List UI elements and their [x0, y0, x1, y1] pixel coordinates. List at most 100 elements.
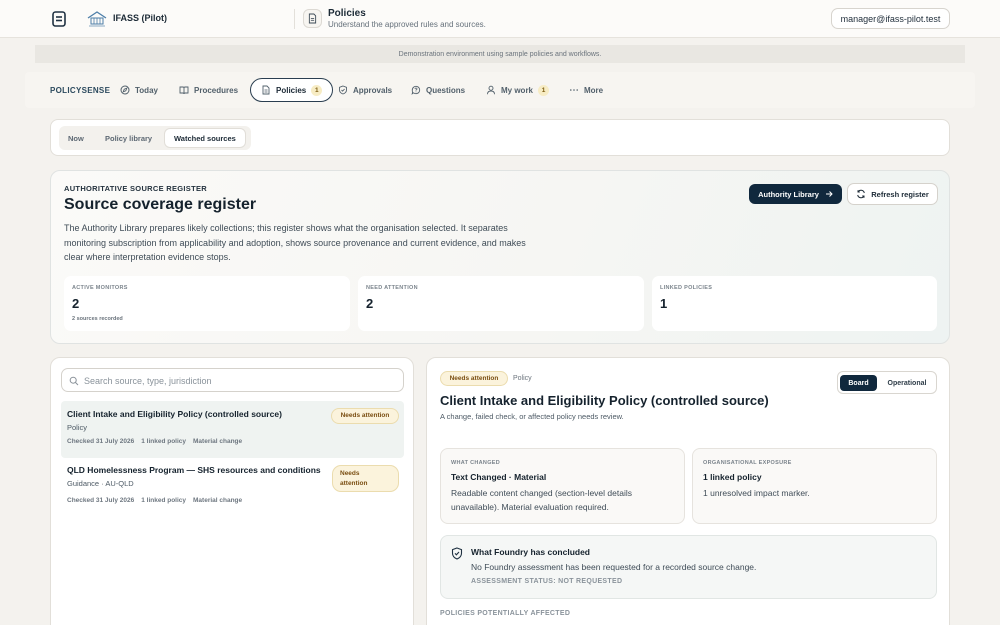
nav-item-today[interactable]: Today [113, 78, 165, 102]
nav-item-my-work[interactable]: My work 1 [479, 78, 556, 102]
info-head: Text Changed · Material [451, 472, 547, 482]
policies-affected-heading: POLICIES POTENTIALLY AFFECTED [440, 610, 571, 617]
nav-item-approvals[interactable]: Approvals [331, 78, 399, 102]
page-subtitle: Understand the approved rules and source… [328, 20, 486, 29]
source-type: Policy [67, 423, 88, 432]
nav-item-questions[interactable]: Questions [404, 78, 472, 102]
document-icon [262, 85, 270, 95]
app-menu-icon[interactable] [50, 10, 68, 28]
nav-badge: 1 [538, 84, 550, 96]
source-checked: Checked 31 July 2026 [67, 497, 135, 504]
stat-linked-policies: LINKED POLICIES 1 [652, 276, 937, 331]
assessment-status: ASSESSMENT STATUS: NOT REQUESTED [471, 578, 623, 585]
refresh-register-button[interactable]: Refresh register [847, 183, 938, 205]
nav-badge: 1 [311, 84, 323, 96]
detail-subtitle: A change, failed check, or affected poli… [440, 412, 624, 421]
status-badge-line: attention [340, 479, 368, 487]
nav-item-label: More [584, 85, 604, 95]
arrow-right-icon [825, 191, 833, 197]
search-icon [69, 376, 79, 386]
info-label: ORGANISATIONAL EXPOSURE [703, 460, 792, 466]
nav-item-label: Approvals [353, 85, 393, 95]
nav-item-policies[interactable]: Policies 1 [250, 78, 334, 102]
source-meta: Checked 31 July 2026 1 linked policy Mat… [67, 438, 242, 445]
detail-title: Client Intake and Eligibility Policy (co… [440, 393, 769, 408]
nav-item-procedures[interactable]: Procedures [172, 78, 245, 102]
nav-item-more[interactable]: More [562, 78, 610, 102]
source-detail-panel: Needs attention Policy Board Operational… [426, 357, 950, 625]
register-title: Source coverage register [64, 196, 257, 213]
refresh-register-label: Refresh register [871, 189, 929, 199]
source-change: Material change [193, 438, 243, 445]
page-title: Policies [328, 8, 366, 19]
source-meta: Checked 31 July 2026 1 linked policy Mat… [67, 497, 242, 504]
subtab-now[interactable]: Now [59, 129, 93, 147]
source-row[interactable]: QLD Homelessness Program — SHS resources… [61, 457, 404, 514]
page-document-icon [303, 9, 322, 28]
foundry-conclusion-card: What Foundry has concluded No Foundry as… [440, 535, 937, 599]
help-icon [411, 85, 421, 95]
nav-brand[interactable]: POLICYSENSE [50, 86, 110, 95]
book-icon [179, 86, 189, 95]
source-row[interactable]: Client Intake and Eligibility Policy (co… [61, 401, 404, 458]
view-board-button[interactable]: Board [840, 375, 877, 391]
subtab-watched-sources[interactable]: Watched sources [165, 129, 245, 147]
shield-check-icon [339, 85, 347, 95]
nav-item-label: My work [501, 85, 534, 95]
stat-active-monitors: ACTIVE MONITORS 2 2 sources recorded [64, 276, 350, 331]
policies-subtabs: Now Policy library Watched sources [50, 119, 950, 156]
org-name: IFASS (Pilot) [113, 13, 167, 23]
nav-item-label: Today [135, 85, 158, 95]
detail-type: Policy [513, 375, 532, 382]
source-list-panel: Client Intake and Eligibility Policy (co… [50, 357, 414, 625]
search-input[interactable] [84, 372, 394, 389]
source-change: Material change [193, 497, 243, 504]
nav-item-label: Procedures [194, 85, 239, 95]
stat-value: 1 [660, 296, 668, 311]
compass-icon [120, 85, 130, 95]
user-icon [487, 85, 495, 95]
header-divider [294, 9, 295, 29]
view-operational-button[interactable]: Operational [879, 375, 935, 391]
stat-value: 2 [72, 296, 80, 311]
org-logo-icon [86, 9, 108, 29]
organisational-exposure-card: ORGANISATIONAL EXPOSURE 1 linked policy … [692, 448, 937, 524]
source-type: Guidance · AU-QLD [67, 479, 134, 488]
demo-banner: Demonstration environment using sample p… [35, 45, 965, 63]
info-label: WHAT CHANGED [451, 460, 501, 466]
nav-item-label: Questions [426, 85, 466, 95]
info-head: 1 linked policy [703, 472, 762, 482]
main-nav: POLICYSENSE Today Procedures Policies 1 … [25, 72, 975, 108]
source-linked: 1 linked policy [141, 438, 187, 445]
authority-library-label: Authority Library [758, 189, 819, 199]
nav-item-label: Policies [276, 85, 307, 95]
register-description: The Authority Library prepares likely co… [64, 223, 526, 262]
stat-need-attention: NEED ATTENTION 2 [358, 276, 644, 331]
conclusion-body: No Foundry assessment has been requested… [471, 562, 757, 572]
subtab-policy-library[interactable]: Policy library [96, 129, 161, 147]
stat-label: ACTIVE MONITORS [72, 285, 128, 291]
source-title: Client Intake and Eligibility Policy (co… [67, 409, 282, 419]
source-register-card: AUTHORITATIVE SOURCE REGISTER Source cov… [50, 170, 950, 344]
shield-check-icon [451, 547, 463, 560]
stat-value: 2 [366, 296, 374, 311]
top-bar: IFASS (Pilot) Policies Understand the ap… [0, 0, 1000, 38]
detail-status-badge: Needs attention [440, 371, 508, 386]
stat-note: 2 sources recorded [72, 316, 123, 322]
refresh-icon [857, 189, 866, 199]
info-body: Readable content changed (section-level … [451, 488, 632, 512]
user-account-button[interactable]: manager@ifass-pilot.test [831, 8, 950, 29]
source-linked: 1 linked policy [141, 497, 187, 504]
ellipsis-icon [570, 89, 578, 91]
conclusion-title: What Foundry has concluded [471, 547, 591, 557]
stat-label: LINKED POLICIES [660, 285, 713, 291]
view-toggle: Board Operational [837, 371, 937, 394]
what-changed-card: WHAT CHANGED Text Changed · Material Rea… [440, 448, 685, 524]
stat-label: NEED ATTENTION [366, 285, 418, 291]
source-title: QLD Homelessness Program — SHS resources… [67, 465, 321, 475]
source-checked: Checked 31 July 2026 [67, 438, 135, 445]
source-search [61, 368, 404, 392]
info-body: 1 unresolved impact marker. [703, 488, 810, 498]
status-badge: Needs attention [332, 465, 399, 492]
authority-library-button[interactable]: Authority Library [749, 184, 842, 204]
